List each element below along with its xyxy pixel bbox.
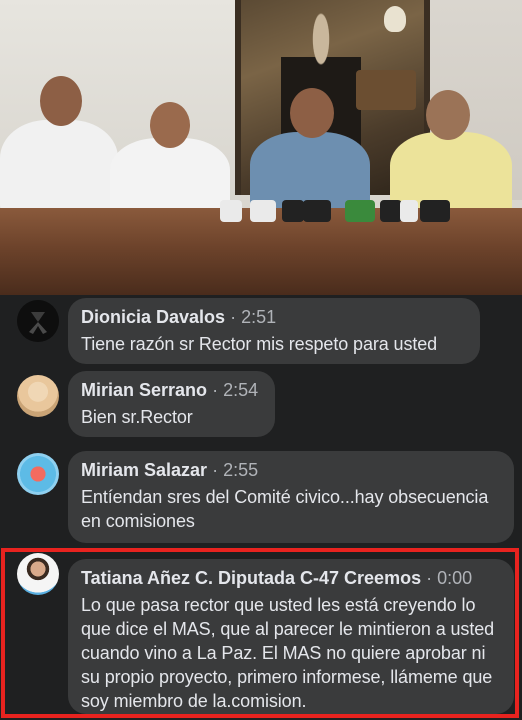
- comment-text: Bien sr.Rector: [81, 407, 193, 427]
- comment-time[interactable]: 2:55: [223, 460, 258, 480]
- comment-item: Miriam Salazar · 2:55 Entíendan sres del…: [0, 448, 522, 544]
- person-1: [0, 76, 118, 215]
- comment-text: Tiene razón sr Rector mis respeto para u…: [81, 334, 438, 354]
- video-player[interactable]: [0, 0, 522, 295]
- meta-separator: ·: [212, 460, 219, 480]
- comment-item: Tatiana Añez C. Diputada C-47 Creemos · …: [0, 550, 522, 718]
- profile-photo-icon[interactable]: [17, 453, 59, 495]
- comment-author[interactable]: Miriam Salazar: [81, 460, 207, 480]
- meta-separator: ·: [212, 380, 219, 400]
- comment-time[interactable]: 2:54: [223, 380, 258, 400]
- comment-bubble[interactable]: Tatiana Añez C. Diputada C-47 Creemos · …: [68, 559, 514, 714]
- meta-separator: ·: [426, 568, 433, 588]
- comment-author[interactable]: Mirian Serrano: [81, 380, 207, 400]
- comment-item: Mirian Serrano · 2:54 Bien sr.Rector: [0, 370, 522, 440]
- comment-bubble[interactable]: Dionicia Davalos · 2:51 Tiene razón sr R…: [68, 298, 480, 364]
- comment-item: Dionicia Davalos · 2:51 Tiene razón sr R…: [0, 295, 522, 365]
- microphones: [215, 200, 455, 230]
- comment-text: Entíendan sres del Comité civico...hay o…: [81, 487, 489, 531]
- comment-author[interactable]: Dionicia Davalos: [81, 307, 225, 327]
- comment-bubble[interactable]: Mirian Serrano · 2:54 Bien sr.Rector: [68, 371, 275, 437]
- comment-text: Lo que pasa rector que usted les está cr…: [81, 595, 495, 711]
- meta-separator: ·: [230, 307, 237, 327]
- profile-photo-icon[interactable]: [17, 375, 59, 417]
- person-2: [110, 102, 230, 218]
- black-ribbon-icon[interactable]: [17, 300, 59, 342]
- comment-time[interactable]: 2:51: [241, 307, 276, 327]
- comment-time[interactable]: 0:00: [437, 568, 472, 588]
- comments-list: Dionicia Davalos · 2:51 Tiene razón sr R…: [0, 295, 522, 720]
- comment-bubble[interactable]: Miriam Salazar · 2:55 Entíendan sres del…: [68, 451, 514, 543]
- comment-author[interactable]: Tatiana Añez C. Diputada C-47 Creemos: [81, 568, 421, 588]
- profile-photo-icon[interactable]: [17, 553, 59, 595]
